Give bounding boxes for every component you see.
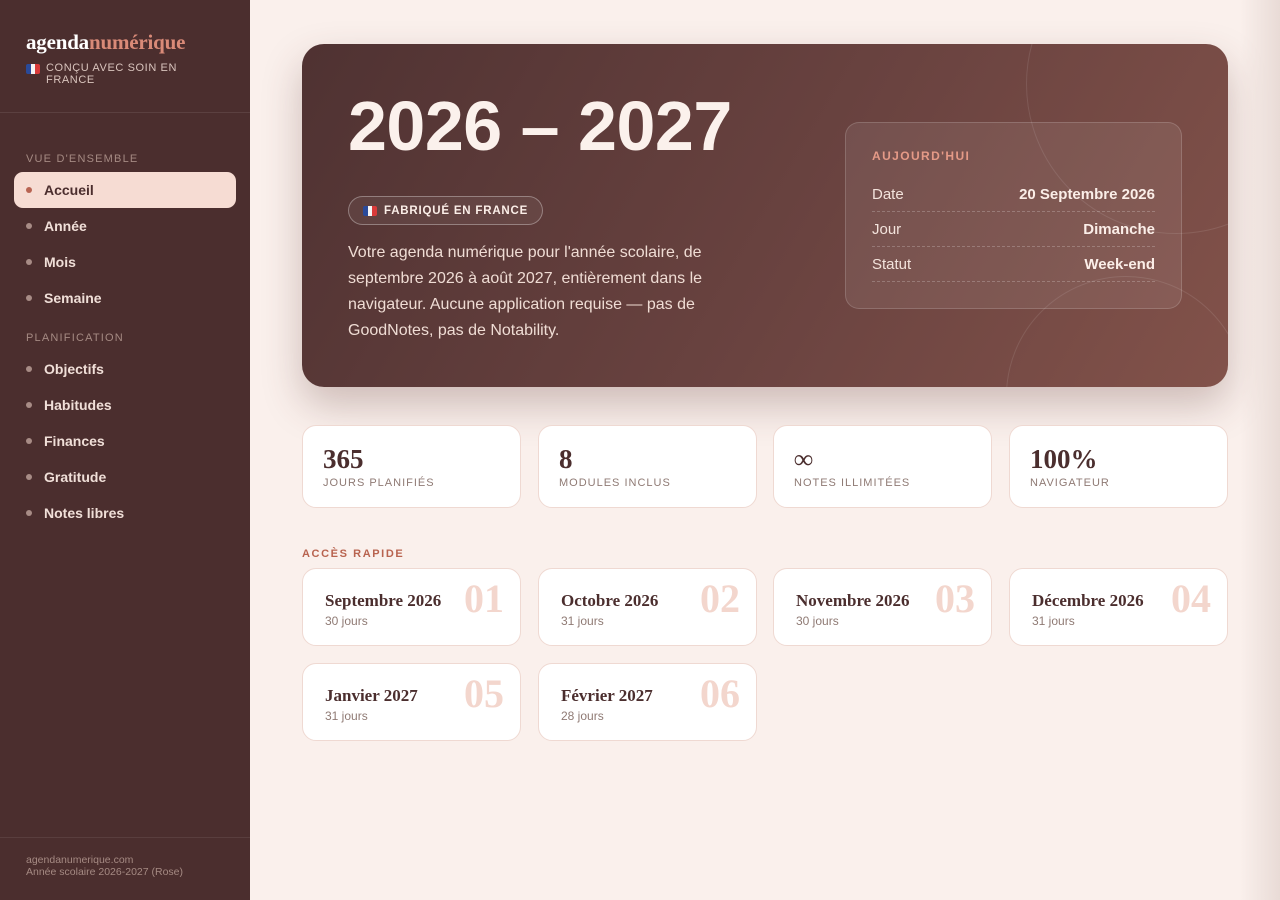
sidebar-item-label: Année <box>44 218 87 234</box>
month-number: 01 <box>464 576 504 621</box>
month-name: Janvier 2027 <box>325 686 418 705</box>
sidebar-item-label: Accueil <box>44 182 94 198</box>
month-number: 05 <box>464 671 504 716</box>
badge-label: FABRIQUÉ EN FRANCE <box>384 204 529 217</box>
sidebar-item-label: Notes libres <box>44 505 125 521</box>
today-card: AUJOURD'HUI Date 20 Septembre 2026 Jour … <box>845 122 1182 309</box>
today-row-value: Week-end <box>1084 255 1155 273</box>
brand-part-1: agenda <box>26 30 89 54</box>
sidebar-footer-divider <box>0 837 250 838</box>
month-days: 28 jours <box>561 709 604 723</box>
month-days: 31 jours <box>1032 614 1075 628</box>
today-row-day: Jour Dimanche <box>872 212 1155 247</box>
today-row-date: Date 20 Septembre 2026 <box>872 177 1155 212</box>
sidebar-item-gratitude[interactable]: Gratitude <box>14 459 236 495</box>
nav-section-overview: VUE D'ENSEMBLE <box>26 153 139 165</box>
sidebar-divider <box>0 112 250 113</box>
hero-title: 2026 – 2027 <box>348 87 732 165</box>
brand-tagline: CONÇU AVEC SOIN EN FRANCE <box>26 62 226 86</box>
sidebar: agendanumérique CONÇU AVEC SOIN EN FRANC… <box>0 0 250 900</box>
month-name: Décembre 2026 <box>1032 591 1144 610</box>
nav-section-planning: PLANIFICATION <box>26 332 124 344</box>
brand-part-2: numérique <box>88 30 186 54</box>
sidebar-item-habitudes[interactable]: Habitudes <box>14 387 236 423</box>
month-name: Octobre 2026 <box>561 591 659 610</box>
bullet-icon <box>26 474 32 480</box>
stat-card-notes: ∞ NOTES ILLIMITÉES <box>773 425 992 508</box>
bullet-icon <box>26 402 32 408</box>
stat-card-days: 365 JOURS PLANIFIÉS <box>302 425 521 508</box>
stat-value: 100% <box>1030 444 1098 474</box>
footer-edition: Année scolaire 2026-2027 (Rose) <box>26 866 184 878</box>
month-card-october[interactable]: Octobre 2026 31 jours 02 <box>538 568 757 646</box>
stat-value: 365 <box>323 444 364 474</box>
month-days: 31 jours <box>325 709 368 723</box>
month-card-september[interactable]: Septembre 2026 30 jours 01 <box>302 568 521 646</box>
sidebar-item-notes-libres[interactable]: Notes libres <box>14 495 236 531</box>
sidebar-item-label: Gratitude <box>44 469 107 485</box>
bullet-icon <box>26 295 32 301</box>
month-name: Novembre 2026 <box>796 591 910 610</box>
bullet-icon <box>26 510 32 516</box>
today-row-key: Statut <box>872 255 912 273</box>
sidebar-item-semaine[interactable]: Semaine <box>14 280 236 316</box>
month-name: Février 2027 <box>561 686 653 705</box>
month-card-december[interactable]: Décembre 2026 31 jours 04 <box>1009 568 1228 646</box>
stat-card-modules: 8 MODULES INCLUS <box>538 425 757 508</box>
french-flag-icon <box>26 64 40 74</box>
sidebar-item-label: Finances <box>44 433 105 449</box>
month-number: 03 <box>935 576 975 621</box>
stat-label: NOTES ILLIMITÉES <box>794 477 911 489</box>
sidebar-item-objectifs[interactable]: Objectifs <box>14 351 236 387</box>
brand-logo[interactable]: agendanumérique <box>26 30 185 55</box>
sidebar-item-label: Objectifs <box>44 361 104 377</box>
bullet-icon <box>26 259 32 265</box>
month-number: 04 <box>1171 576 1211 621</box>
hero-description: Votre agenda numérique pour l'année scol… <box>348 244 703 339</box>
bullet-icon <box>26 223 32 229</box>
page-edge-shadow <box>1240 0 1280 900</box>
month-card-february[interactable]: Février 2027 28 jours 06 <box>538 663 757 741</box>
sidebar-item-label: Mois <box>44 254 76 270</box>
bullet-icon <box>26 366 32 372</box>
today-row-key: Jour <box>872 220 902 238</box>
today-label: AUJOURD'HUI <box>872 149 971 163</box>
month-days: 31 jours <box>561 614 604 628</box>
sidebar-item-label: Habitudes <box>44 397 112 413</box>
sidebar-item-annee[interactable]: Année <box>14 208 236 244</box>
month-days: 30 jours <box>796 614 839 628</box>
stat-label: JOURS PLANIFIÉS <box>323 477 435 489</box>
today-row-status: Statut Week-end <box>872 247 1155 282</box>
month-card-november[interactable]: Novembre 2026 30 jours 03 <box>773 568 992 646</box>
month-number: 02 <box>700 576 740 621</box>
stat-value: 8 <box>559 444 573 474</box>
sidebar-item-label: Semaine <box>44 290 102 306</box>
stat-card-browser: 100% NAVIGATEUR <box>1009 425 1228 508</box>
sidebar-item-mois[interactable]: Mois <box>14 244 236 280</box>
sidebar-item-finances[interactable]: Finances <box>14 423 236 459</box>
today-row-value: Dimanche <box>1083 220 1155 238</box>
month-card-january[interactable]: Janvier 2027 31 jours 05 <box>302 663 521 741</box>
french-flag-icon <box>363 205 377 216</box>
stat-label: MODULES INCLUS <box>559 477 671 489</box>
quick-access-title: ACCÈS RAPIDE <box>302 548 405 560</box>
month-name: Septembre 2026 <box>325 591 442 610</box>
tagline-text: CONÇU AVEC SOIN EN FRANCE <box>46 62 178 86</box>
footer-site: agendanumerique.com <box>26 854 134 866</box>
month-days: 30 jours <box>325 614 368 628</box>
month-number: 06 <box>700 671 740 716</box>
sidebar-item-accueil[interactable]: Accueil <box>14 172 236 208</box>
stat-value: ∞ <box>794 444 814 474</box>
bullet-icon <box>26 438 32 444</box>
bullet-icon <box>26 187 32 193</box>
today-row-key: Date <box>872 185 904 203</box>
made-in-france-badge: FABRIQUÉ EN FRANCE <box>348 196 544 225</box>
hero-banner: 2026 – 2027 FABRIQUÉ EN FRANCE Votre age… <box>302 44 1228 387</box>
today-row-value: 20 Septembre 2026 <box>1019 185 1155 203</box>
stat-label: NAVIGATEUR <box>1030 477 1110 489</box>
